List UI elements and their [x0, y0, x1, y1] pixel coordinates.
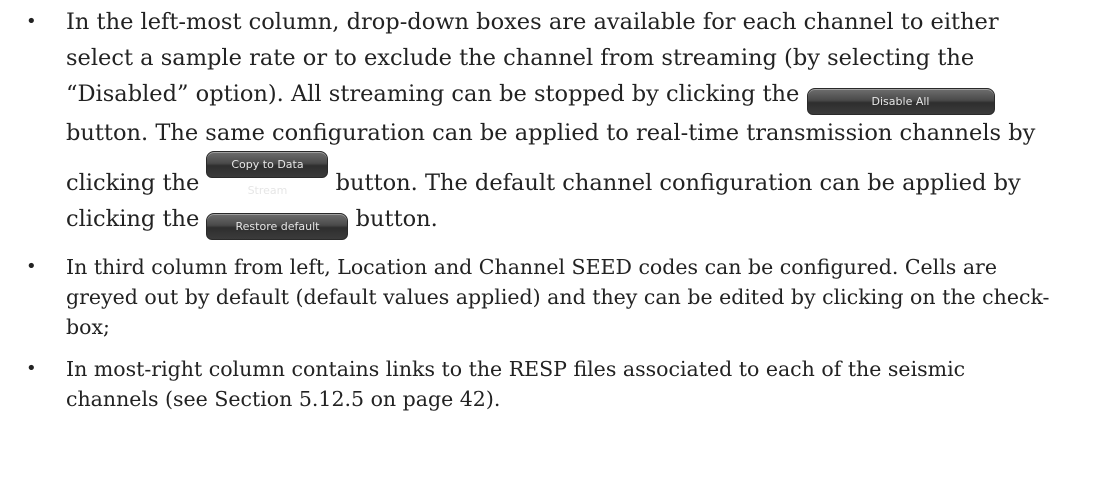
bullet-list: • In the left-most column, drop-down box… [0, 4, 1102, 414]
copy-to-data-stream-button[interactable]: Copy to Data Stream [206, 151, 329, 197]
bullet-dot: • [26, 11, 37, 32]
document-page: • In the left-most column, drop-down box… [0, 0, 1102, 479]
list-item: • In third column from left, Location an… [0, 252, 1102, 342]
list-item: • In the left-most column, drop-down box… [0, 4, 1102, 240]
list-item: • In most-right column contains links to… [0, 354, 1102, 414]
bullet-dot: • [26, 358, 37, 379]
paragraph-text: In most-right column contains links to t… [66, 357, 966, 411]
paragraph-text: In third column from left, Location and … [66, 255, 1050, 339]
bullet-dot: • [26, 256, 37, 277]
disable-all-button[interactable]: Disable All [806, 88, 995, 115]
restore-default-button[interactable]: Restore default [206, 213, 349, 240]
paragraph-text: button. [348, 206, 438, 232]
